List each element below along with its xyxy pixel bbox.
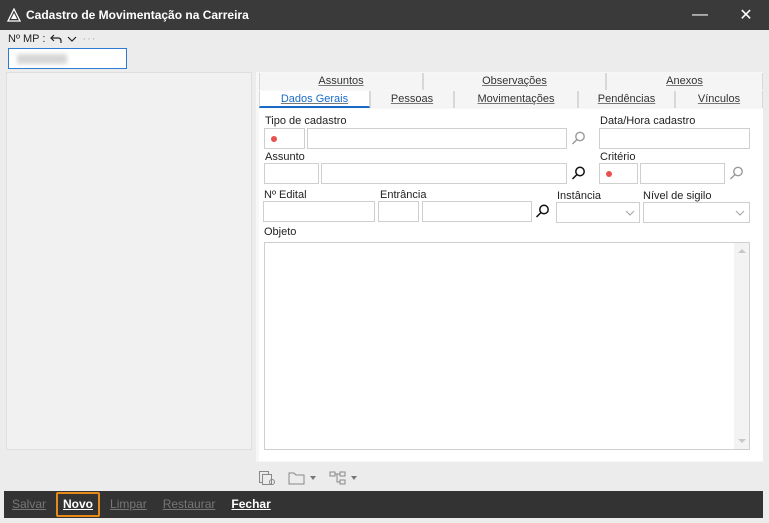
mp-header: Nº MP : ···: [8, 33, 96, 45]
criterio-search-icon[interactable]: [729, 165, 745, 181]
tab-vinculos[interactable]: Vínculos: [675, 91, 763, 108]
novo-button[interactable]: Novo: [56, 492, 101, 517]
tab-dados-gerais[interactable]: Dados Gerais: [259, 91, 370, 108]
copy-document-icon[interactable]: [258, 470, 276, 486]
folder-icon: [288, 472, 305, 485]
tipo-cadastro-label: Tipo de cadastro: [265, 115, 347, 127]
entrancia-description-input[interactable]: [422, 201, 532, 222]
chevron-down-icon[interactable]: [67, 35, 77, 43]
salvar-button[interactable]: Salvar: [4, 491, 54, 518]
required-indicator: [271, 136, 277, 142]
mp-number-input[interactable]: [8, 48, 127, 69]
limpar-button[interactable]: Limpar: [102, 491, 155, 518]
entrancia-code-input[interactable]: [378, 201, 419, 222]
nivel-sigilo-select[interactable]: [643, 202, 750, 223]
instancia-label: Instância: [557, 190, 602, 202]
data-hora-cadastro-label: Data/Hora cadastro: [600, 115, 696, 127]
assunto-label: Assunto: [265, 151, 305, 163]
tipo-cadastro-search-icon[interactable]: [571, 130, 587, 146]
minimize-icon: —: [692, 6, 708, 23]
caret-down-icon: [351, 476, 357, 480]
left-tree-panel: [6, 72, 252, 450]
minimize-button[interactable]: —: [677, 0, 723, 30]
bottom-toolbar: [256, 470, 358, 486]
title-bar: Cadastro de Movimentação na Carreira — ✕: [0, 0, 769, 30]
caret-down-icon: [310, 476, 316, 480]
objeto-scrollbar[interactable]: [734, 243, 749, 449]
tab-pendencias[interactable]: Pendências: [578, 91, 675, 108]
criterio-label: Critério: [600, 151, 636, 163]
objeto-label: Objeto: [264, 226, 297, 238]
assunto-search-icon[interactable]: [571, 165, 587, 181]
scroll-up-icon[interactable]: [738, 249, 746, 253]
edital-input[interactable]: [263, 201, 375, 222]
tab-assuntos[interactable]: Assuntos: [259, 73, 423, 90]
chevron-down-icon: [735, 210, 745, 216]
edital-label: Nº Edital: [264, 189, 307, 201]
nivel-sigilo-label: Nível de sigilo: [643, 190, 712, 202]
mp-value-redacted: [17, 54, 67, 64]
restaurar-button[interactable]: Restaurar: [155, 491, 224, 518]
tipo-cadastro-code-input[interactable]: [264, 128, 305, 149]
entrancia-search-icon[interactable]: [535, 203, 551, 219]
entrancia-label: Entrância: [380, 189, 427, 201]
instancia-select[interactable]: [556, 202, 640, 223]
criterio-code-input[interactable]: [599, 163, 638, 184]
close-button[interactable]: ✕: [723, 0, 769, 30]
fechar-button[interactable]: Fechar: [223, 491, 278, 518]
folder-menu[interactable]: [288, 471, 317, 485]
criterio-description-input[interactable]: [640, 163, 725, 184]
chevron-down-icon: [625, 210, 635, 216]
hierarchy-icon: [329, 471, 346, 485]
app-logo-icon: [7, 8, 21, 22]
more-options-icon[interactable]: ···: [82, 33, 96, 45]
data-hora-cadastro-input[interactable]: [599, 128, 750, 149]
mp-label: Nº MP :: [8, 33, 46, 45]
structure-menu[interactable]: [329, 471, 358, 485]
tab-observacoes[interactable]: Observações: [423, 73, 606, 90]
required-indicator: [606, 171, 612, 177]
action-bar: Salvar Novo Limpar Restaurar Fechar: [4, 491, 763, 518]
assunto-code-input[interactable]: [264, 163, 319, 184]
assunto-description-input[interactable]: [321, 163, 567, 184]
scroll-down-icon[interactable]: [738, 439, 746, 443]
tab-movimentacoes[interactable]: Movimentações: [454, 91, 578, 108]
close-icon: ✕: [739, 7, 753, 24]
tipo-cadastro-description-input[interactable]: [307, 128, 567, 149]
tab-pessoas[interactable]: Pessoas: [370, 91, 454, 108]
tab-anexos[interactable]: Anexos: [606, 73, 763, 90]
undo-icon[interactable]: [50, 34, 63, 44]
window-title: Cadastro de Movimentação na Carreira: [26, 8, 249, 22]
objeto-textarea[interactable]: [264, 242, 750, 450]
